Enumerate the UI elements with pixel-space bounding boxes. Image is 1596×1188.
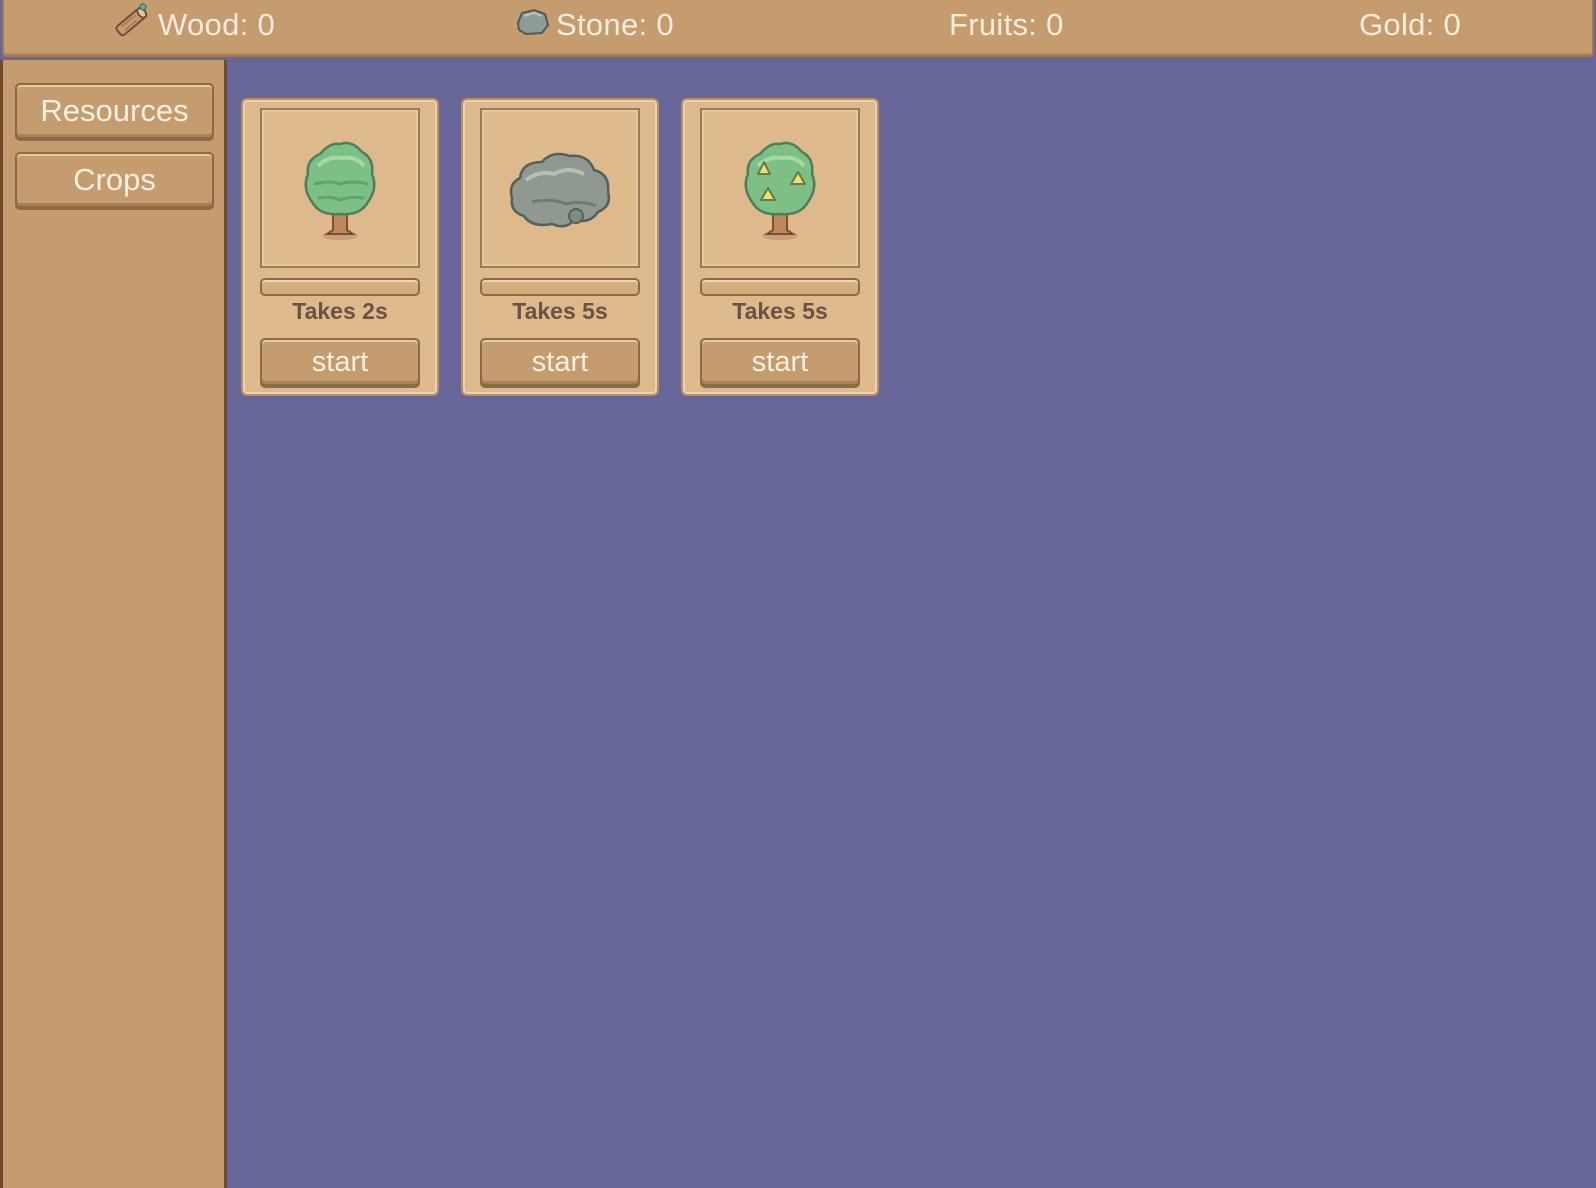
stone-label: Stone: 0	[556, 7, 674, 42]
progress-bar	[480, 278, 640, 296]
progress-bar	[260, 278, 420, 296]
gold-counter: Gold: 0	[1359, 0, 1461, 50]
progress-bar	[700, 278, 860, 296]
start-button-label: start	[311, 345, 369, 378]
duration-label: Takes 5s	[512, 298, 608, 324]
fruits-label: Fruits: 0	[949, 7, 1064, 42]
start-button-label: start	[531, 345, 589, 378]
wood-counter: Wood: 0	[110, 0, 275, 50]
card-image-frame	[260, 108, 420, 268]
fruit-tree-icon	[730, 126, 830, 251]
tree-icon	[290, 126, 390, 251]
duration-label: Takes 2s	[292, 298, 388, 324]
sidebar: Resources Crops	[0, 60, 227, 1188]
card-image-frame	[480, 108, 640, 268]
stone-icon	[512, 1, 552, 49]
sidebar-item-resources[interactable]: Resources	[15, 83, 214, 139]
fruits-counter: Fruits: 0	[949, 0, 1064, 50]
start-button[interactable]: start	[260, 338, 420, 386]
sidebar-item-crops[interactable]: Crops	[15, 152, 214, 208]
resource-card-fruit-tree: Takes 5s start	[681, 98, 879, 396]
sidebar-item-label: Crops	[73, 162, 156, 197]
duration-label: Takes 5s	[732, 298, 828, 324]
stone-counter: Stone: 0	[512, 0, 674, 50]
wood-log-icon	[110, 0, 154, 51]
start-button[interactable]: start	[480, 338, 640, 386]
start-button[interactable]: start	[700, 338, 860, 386]
resource-card-rock: Takes 5s start	[461, 98, 659, 396]
gold-label: Gold: 0	[1359, 7, 1462, 42]
resource-card-tree: Takes 2s start	[241, 98, 439, 396]
wood-label: Wood: 0	[158, 7, 275, 42]
sidebar-item-label: Resources	[40, 93, 189, 128]
card-image-frame	[700, 108, 860, 268]
start-button-label: start	[751, 345, 809, 378]
resource-bar: Wood: 0 Stone: 0 Fruits: 0 Gold: 0	[2, 0, 1594, 57]
rock-icon	[502, 136, 618, 241]
